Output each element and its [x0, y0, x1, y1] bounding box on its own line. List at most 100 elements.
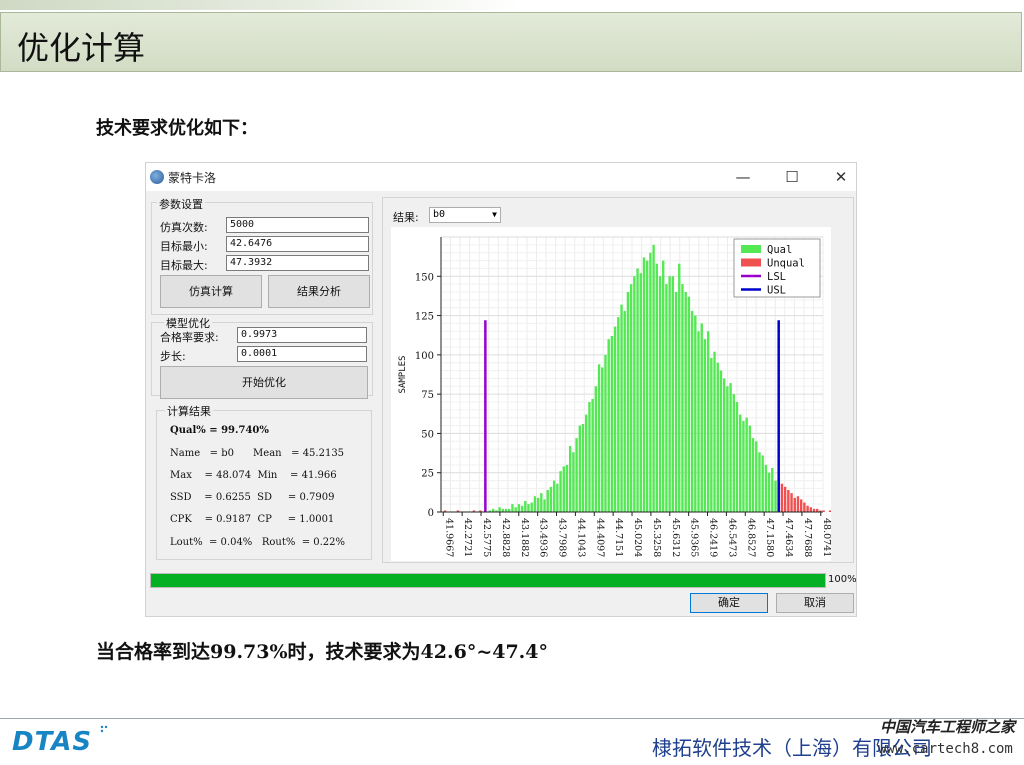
x-tick-label: 45.0204: [632, 518, 643, 557]
histogram-bar: [607, 339, 610, 512]
histogram-bar: [687, 296, 691, 512]
histogram-bar: [559, 471, 562, 512]
legend-swatch: [741, 258, 761, 267]
histogram-bar: [572, 452, 575, 512]
histogram-bar: [623, 310, 626, 512]
histogram-bar: [780, 483, 784, 512]
histogram-bar: [517, 504, 521, 512]
result-select-value: b0: [433, 209, 446, 220]
legend-label: Qual: [767, 244, 792, 256]
histogram-bar: [546, 490, 549, 512]
histogram-bar: [719, 370, 723, 512]
close-button[interactable]: ✕: [829, 167, 853, 187]
target-max-input[interactable]: 47.3932: [226, 255, 369, 271]
histogram-bar: [620, 304, 623, 512]
x-tick-label: 43.1882: [519, 518, 530, 557]
histogram-bar: [828, 510, 832, 512]
x-tick-label: 44.7151: [613, 518, 624, 557]
histogram-bar: [764, 464, 768, 512]
conclusion-text: 当合格率到达99.73%时，技术要求为42.6°~47.4°: [96, 641, 549, 663]
sim-count-input[interactable]: 5000: [226, 217, 369, 233]
histogram-bar: [716, 362, 719, 512]
histogram-bar: [671, 276, 675, 512]
histogram-bar: [706, 331, 710, 512]
logo-dots-icon: [100, 725, 108, 733]
progress-text: 100%: [828, 574, 857, 585]
rate-input[interactable]: 0.9973: [237, 327, 367, 343]
x-tick-label: 45.6312: [670, 518, 681, 557]
histogram-bar: [645, 260, 649, 512]
step-input[interactable]: 0.0001: [237, 346, 367, 362]
histogram-bar: [742, 420, 745, 512]
result-lout-rout: Lout% = 0.04% Rout% = 0.22%: [170, 537, 346, 548]
decorative-strip: [0, 0, 520, 10]
histogram-bar: [690, 310, 694, 512]
legend-swatch: [741, 245, 761, 253]
chevron-down-icon: ▼: [492, 210, 497, 219]
x-tick-label: 46.8527: [745, 518, 756, 557]
cancel-button[interactable]: 取消: [776, 593, 854, 613]
section-heading: 技术要求优化如下：: [96, 118, 258, 139]
histogram-bar: [703, 339, 707, 512]
histogram-bar: [745, 417, 748, 512]
sim-count-label: 仿真次数:: [160, 221, 208, 234]
histogram-bar: [565, 464, 569, 512]
histogram-bar: [524, 501, 527, 512]
histogram-bar: [578, 425, 582, 512]
histogram-bar: [639, 273, 642, 512]
window-title: 蒙特卡洛: [168, 171, 217, 185]
chart-panel: 结果: b0 ▼ 0 25 50 75 100 125 150 SAMPLES 41.9667 4…: [382, 197, 854, 563]
histogram-bar: [629, 284, 633, 512]
company-logo: DTAS: [12, 727, 93, 757]
histogram-bar: [527, 504, 530, 512]
result-select-label: 结果:: [393, 211, 419, 224]
histogram-bar: [684, 292, 687, 512]
histogram-bar: [601, 367, 604, 512]
histogram-bar: [678, 263, 681, 512]
window-titlebar[interactable]: 蒙特卡洛 — ☐ ✕: [146, 163, 856, 191]
rate-label: 合格率要求:: [160, 331, 219, 344]
histogram-bar: [543, 499, 546, 512]
start-optimize-button[interactable]: 开始优化: [160, 366, 368, 399]
legend-label: USL: [767, 285, 786, 297]
simulate-button[interactable]: 仿真计算: [160, 275, 262, 308]
result-max-min: Max = 48.074 Min = 41.966: [170, 470, 337, 481]
histogram-bar: [540, 493, 543, 512]
histogram-bar: [793, 497, 796, 512]
x-tick-label: 44.1043: [575, 518, 586, 557]
histogram-bar: [642, 257, 646, 512]
histogram-bar: [520, 505, 524, 512]
histogram-bar: [739, 414, 742, 512]
ok-button[interactable]: 确定: [690, 593, 768, 613]
histogram-bar: [552, 480, 556, 512]
histogram-bar: [594, 386, 598, 512]
y-axis-label: SAMPLES: [398, 356, 408, 394]
histogram-bar: [748, 425, 752, 512]
result-select[interactable]: b0 ▼: [429, 207, 501, 223]
y-tick-label: 75: [421, 390, 434, 401]
result-ssd-sd: SSD = 0.6255 SD = 0.7909: [170, 492, 335, 503]
histogram-bar: [713, 351, 716, 512]
histogram-bar: [783, 486, 787, 512]
x-tick-label: 42.8828: [500, 518, 511, 557]
maximize-button[interactable]: ☐: [780, 167, 804, 187]
progress-fill: [151, 574, 825, 587]
histogram-bar: [799, 499, 803, 512]
results-group-label: 计算结果: [165, 403, 213, 419]
target-min-input[interactable]: 42.6476: [226, 236, 369, 252]
histogram-bar: [681, 284, 684, 512]
params-group-label: 参数设置: [157, 196, 205, 212]
x-tick-label: 43.7989: [557, 518, 568, 557]
y-tick-label: 150: [415, 272, 434, 283]
histogram-bar: [610, 336, 614, 512]
histogram-bar: [658, 276, 662, 512]
analyze-button[interactable]: 结果分析: [268, 275, 370, 308]
histogram-bar: [585, 414, 588, 512]
qual-percent: Qual% = 99.740%: [170, 425, 269, 436]
histogram-bar: [796, 496, 800, 512]
x-tick-label: 43.4936: [538, 518, 549, 557]
histogram-bar: [758, 452, 761, 512]
x-tick-label: 41.9667: [443, 518, 454, 557]
histogram-bar: [697, 331, 700, 512]
minimize-button[interactable]: —: [731, 167, 755, 187]
